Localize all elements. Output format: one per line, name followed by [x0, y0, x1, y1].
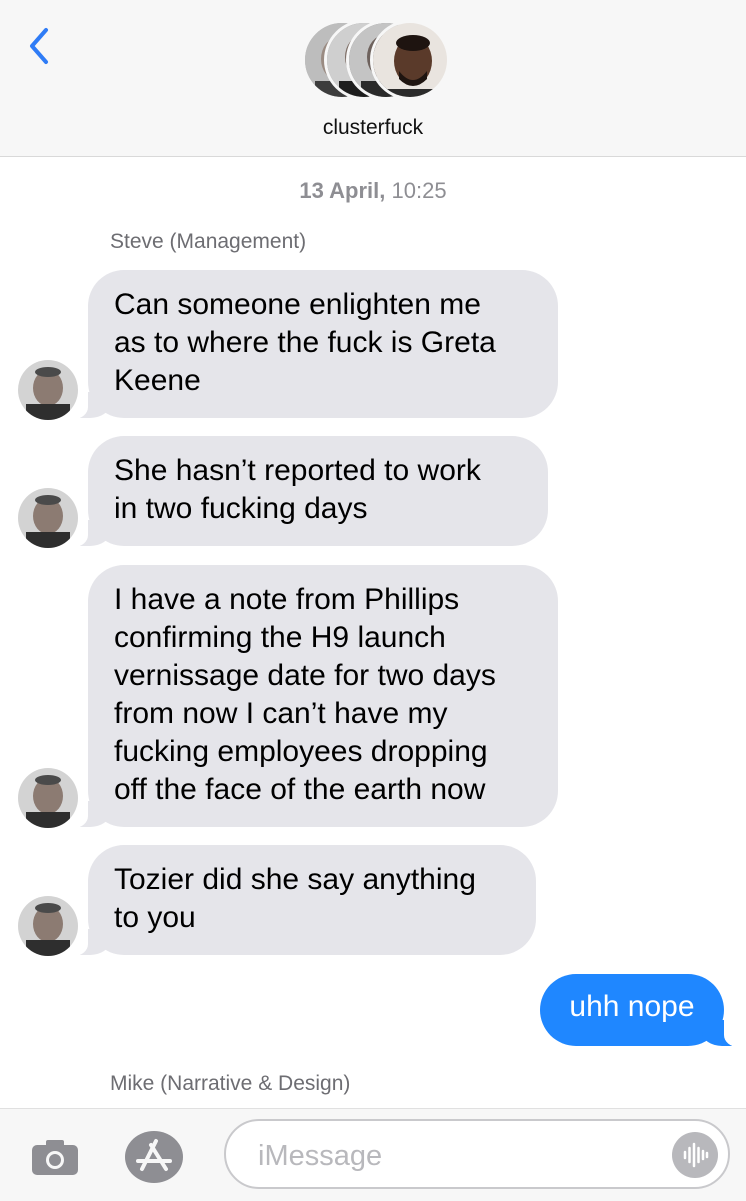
- sender-name: Steve (Management): [110, 230, 307, 253]
- sender-name: Mike (Narrative & Design): [110, 1072, 351, 1095]
- camera-button[interactable]: [30, 1137, 80, 1177]
- incoming-message[interactable]: She hasn’t reported to work in two fucki…: [68, 436, 548, 547]
- message-input-field[interactable]: [224, 1119, 730, 1189]
- audio-message-button[interactable]: [672, 1132, 718, 1178]
- message-timestamp: 13 April, 10:25: [0, 178, 746, 204]
- sender-avatar[interactable]: [18, 896, 78, 956]
- audio-waveform-icon: [683, 1142, 709, 1168]
- sender-avatar[interactable]: [18, 360, 78, 420]
- back-button[interactable]: [24, 26, 54, 66]
- message-input[interactable]: [256, 1133, 660, 1179]
- sender-avatar[interactable]: [18, 768, 78, 828]
- sender-avatar[interactable]: [18, 488, 78, 548]
- conversation-header: clusterfuck: [0, 0, 746, 157]
- app-store-icon: [125, 1131, 183, 1183]
- incoming-message[interactable]: I have a note from Phillips confirming t…: [68, 565, 558, 828]
- incoming-message[interactable]: Can someone enlighten me as to where the…: [68, 270, 558, 419]
- timestamp-date: 13 April,: [299, 178, 386, 203]
- camera-icon: [32, 1140, 78, 1175]
- timestamp-time: 10:25: [391, 178, 447, 203]
- incoming-message[interactable]: Tozier did she say anything to you: [68, 845, 536, 956]
- group-avatar-4: [370, 20, 450, 100]
- group-avatars[interactable]: [302, 20, 452, 104]
- chevron-left-icon: [30, 28, 48, 64]
- group-name[interactable]: clusterfuck: [0, 116, 746, 140]
- outgoing-message[interactable]: uhh nope: [540, 974, 744, 1047]
- message-composer: [0, 1108, 746, 1201]
- apps-button[interactable]: [124, 1129, 186, 1185]
